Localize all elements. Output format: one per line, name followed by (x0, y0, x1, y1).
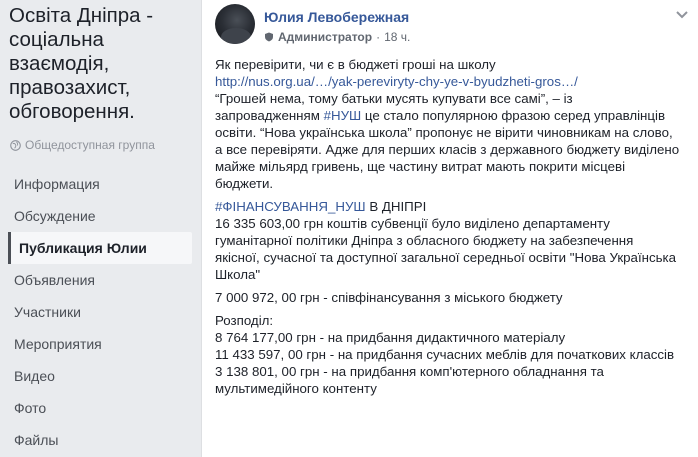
nav-item-events[interactable]: Мероприятия (0, 328, 198, 360)
financing-heading-rest: В ДНІПРІ (365, 199, 427, 214)
post-card: Юлия Левобережная Администратор · 18 ч. … (201, 0, 698, 457)
hashtag-financing[interactable]: #ФІНАНСУВАННЯ_НУШ (215, 199, 366, 214)
nav-item-announcements[interactable]: Объявления (0, 264, 198, 296)
nav-item-info[interactable]: Информация (0, 168, 198, 200)
group-privacy-label: Общедоступная группа (25, 138, 155, 152)
nav-item-label: Публикация Юлии (19, 240, 147, 256)
nav-item-label: Фото (14, 400, 47, 416)
distribution-item: 11 433 597, 00 грн - на придбання сучасн… (215, 347, 675, 362)
post-timestamp[interactable]: 18 ч. (384, 30, 410, 44)
nav-item-label: Мероприятия (14, 336, 102, 352)
meta-separator: · (376, 30, 381, 44)
distribution-item: 8 764 177,00 грн - на придбання дидактич… (215, 330, 566, 345)
nav-item-photos[interactable]: Фото (0, 392, 198, 424)
group-sidebar: Освіта Дніпра - соціальна взаємодія, пра… (0, 0, 198, 457)
nav-item-discussion[interactable]: Обсуждение (0, 200, 198, 232)
distribution-label: Розподіл: (215, 313, 274, 328)
nav-item-label: Информация (14, 176, 100, 192)
group-title[interactable]: Освіта Дніпра - соціальна взаємодія, пра… (9, 4, 179, 124)
distribution-item: 3 138 801, 00 грн - на придбання комп'ют… (215, 364, 604, 396)
post-intro: Як перевірити, чи є в бюджеті гроші на ш… (215, 57, 496, 72)
post-paragraph: Розподіл: 8 764 177,00 грн - на придбанн… (215, 312, 680, 397)
post-meta: Администратор · 18 ч. (264, 30, 410, 44)
author-role: Администратор (278, 30, 373, 44)
nav-item-label: Объявления (14, 272, 95, 288)
nav-item-julia-post[interactable]: Публикация Юлии (8, 232, 192, 264)
hashtag-nush[interactable]: #НУШ (324, 108, 362, 123)
nav-item-files[interactable]: Файлы (0, 424, 198, 456)
nav-item-label: Файлы (14, 432, 59, 448)
financing-text: 16 335 603,00 грн коштів субвенції було … (215, 216, 677, 282)
post-author[interactable]: Юлия Левобережная (264, 9, 409, 25)
nav-item-label: Видео (14, 368, 55, 384)
nav-item-videos[interactable]: Видео (0, 360, 198, 392)
chevron-down-icon[interactable] (675, 10, 689, 20)
group-nav: Информация Обсуждение Публикация Юлии Об… (0, 168, 198, 456)
globe-icon (10, 139, 21, 151)
admin-shield-icon (265, 32, 273, 42)
cofinancing-text: 7 000 972, 00 грн - співфінансування з м… (215, 290, 563, 305)
post-body: Як перевірити, чи є в бюджеті гроші на ш… (215, 56, 680, 403)
nav-item-label: Участники (14, 304, 81, 320)
post-paragraph: 7 000 972, 00 грн - співфінансування з м… (215, 289, 680, 306)
post-paragraph: #ФІНАНСУВАННЯ_НУШ В ДНІПРІ 16 335 603,00… (215, 198, 680, 283)
group-privacy: Общедоступная группа (10, 138, 155, 152)
post-paragraph: Як перевірити, чи є в бюджеті гроші на ш… (215, 56, 680, 192)
article-link[interactable]: http://nus.org.ua/…/yak-pereviryty-chy-y… (215, 74, 578, 89)
nav-item-label: Обсуждение (14, 208, 96, 224)
avatar[interactable] (215, 4, 255, 44)
nav-item-members[interactable]: Участники (0, 296, 198, 328)
